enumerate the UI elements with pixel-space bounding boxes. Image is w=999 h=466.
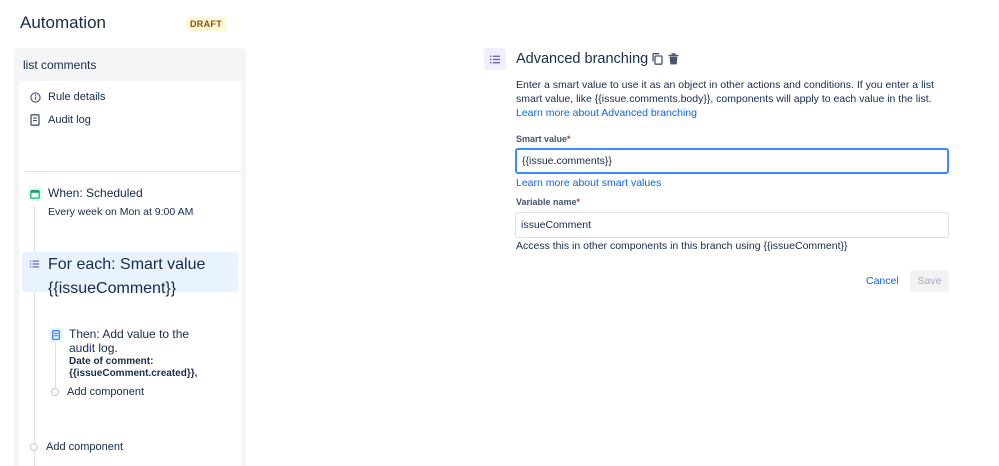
branch-connector [55,336,56,391]
learn-smart-values-link[interactable]: Learn more about smart values [516,177,661,189]
branch-step-foreach[interactable]: For each: Smart value {{issueComment}} [22,252,238,297]
action-detail-line1: Date of comment: [69,356,154,367]
variable-name-input[interactable] [515,212,949,238]
add-component-branch[interactable]: Add component [51,386,144,398]
page-title: Automation [20,13,106,32]
title-actions [651,53,679,65]
panel-description: Enter a smart value to use it as an obje… [516,79,934,119]
action-step-audit-log[interactable]: Then: Add value to the audit log. Date o… [69,327,197,380]
rule-name: list comments [23,58,97,72]
variable-name-helper: Access this in other components in this … [516,240,848,252]
foreach-variable: {{issueComment}} [48,280,177,297]
rule-sidebar: list comments Rule details Audit log Whe… [14,48,246,466]
action-title-line2: audit log. [69,341,118,355]
panel-title: Advanced branching [516,51,649,67]
smart-value-input[interactable] [515,148,949,174]
variable-name-label: Variable name* [516,197,581,207]
cancel-button[interactable]: Cancel [858,270,907,292]
add-component-label: Add component [67,386,145,398]
trigger-step-scheduled[interactable]: When: Scheduled Every week on Mon at 9:0… [48,186,193,218]
flow-connector [34,206,35,466]
divider [24,171,241,172]
draft-badge: DRAFT [186,17,226,31]
trigger-title: When: Scheduled [48,186,143,200]
learn-branching-link[interactable]: Learn more about Advanced branching [516,107,697,119]
document-icon [49,328,63,342]
rule-details-label: Rule details [48,91,106,103]
add-circle-icon [30,443,38,451]
branch-list-icon [27,257,41,271]
add-component-rule[interactable]: Add component [30,441,123,453]
delete-icon[interactable] [667,53,679,65]
trigger-schedule: Every week on Mon at 9:00 AM [48,206,194,218]
audit-log-label: Audit log [48,114,91,126]
add-component-label: Add component [46,441,124,453]
save-button[interactable]: Save [910,270,949,292]
rule-component-list: Rule details Audit log When: Scheduled E… [19,81,241,466]
action-detail-line2: {{issueComment.created}}, [69,368,198,379]
copy-icon[interactable] [651,53,663,65]
smart-value-label: Smart value* [516,134,571,144]
branch-list-icon [484,48,506,70]
info-icon [29,91,41,103]
action-title-line1: Then: Add value to the [69,327,190,341]
add-circle-icon [51,388,59,396]
calendar-icon [28,187,42,201]
audit-log-link[interactable]: Audit log [29,114,91,126]
rule-details-link[interactable]: Rule details [29,91,105,103]
foreach-title: For each: Smart value [48,256,206,273]
document-icon [29,114,41,126]
